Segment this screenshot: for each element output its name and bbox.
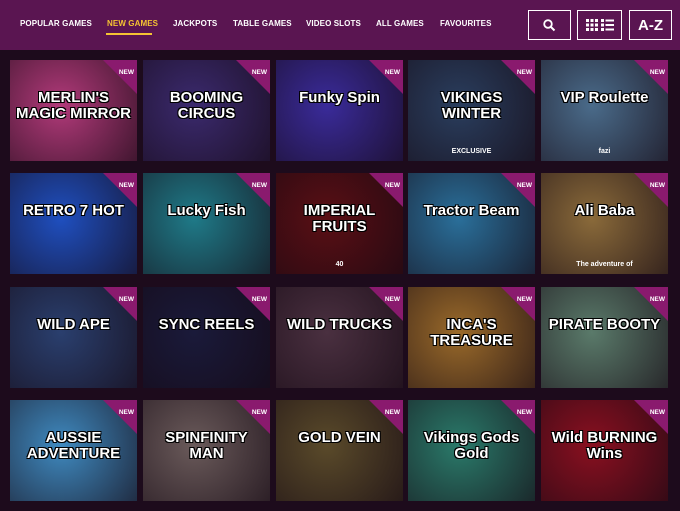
- new-badge: NEW: [251, 69, 267, 76]
- game-title: INCA'S TREASURE: [430, 316, 513, 349]
- new-badge: NEW: [649, 409, 665, 416]
- game-tile[interactable]: INCA'S TREASURE NEW: [408, 287, 535, 388]
- game-tile[interactable]: WILD TRUCKS NEW: [276, 287, 403, 388]
- new-badge: NEW: [649, 69, 665, 76]
- new-badge: NEW: [384, 409, 400, 416]
- new-badge: NEW: [118, 296, 134, 303]
- nav-new-games[interactable]: NEW GAMES: [107, 19, 158, 33]
- new-badge-ribbon: [369, 400, 403, 434]
- new-badge: NEW: [516, 296, 532, 303]
- new-badge-ribbon: [501, 173, 535, 207]
- new-badge: NEW: [516, 409, 532, 416]
- new-badge: NEW: [251, 182, 267, 189]
- game-tile[interactable]: BOOMING CIRCUS NEW: [143, 60, 270, 161]
- game-tile[interactable]: Tractor Beam NEW: [408, 173, 535, 274]
- view-toggle-button[interactable]: [577, 10, 622, 40]
- nav-favourites[interactable]: FAVOURITES: [440, 19, 492, 33]
- new-badge-ribbon: [236, 60, 270, 94]
- new-badge-ribbon: [103, 287, 137, 321]
- game-tile[interactable]: WILD APE NEW: [10, 287, 137, 388]
- new-badge-ribbon: [236, 287, 270, 321]
- game-tile[interactable]: RETRO 7 HOT NEW: [10, 173, 137, 274]
- game-tile[interactable]: Wild BURNING Wins NEW: [541, 400, 668, 501]
- game-title: AUSSIE ADVENTURE: [26, 429, 121, 462]
- game-tile[interactable]: Lucky Fish NEW: [143, 173, 270, 274]
- new-badge-ribbon: [236, 400, 270, 434]
- new-badge-ribbon: [501, 60, 535, 94]
- game-tile[interactable]: GOLD VEIN NEW: [276, 400, 403, 501]
- new-badge: NEW: [649, 182, 665, 189]
- game-tile[interactable]: Ali Baba The adventure of NEW: [541, 173, 668, 274]
- game-tile[interactable]: Funky Spin NEW: [276, 60, 403, 161]
- game-subtitle: 40: [335, 261, 344, 268]
- game-title: IMPERIAL FRUITS: [303, 202, 376, 235]
- new-badge-ribbon: [103, 400, 137, 434]
- search-button[interactable]: [528, 10, 571, 40]
- game-title: MERLIN'S MAGIC MIRROR: [16, 89, 131, 122]
- new-badge-ribbon: [103, 173, 137, 207]
- new-badge: NEW: [384, 182, 400, 189]
- nav-table-games[interactable]: TABLE GAMES: [233, 19, 292, 33]
- grid-list-icon: [585, 19, 614, 31]
- new-badge-ribbon: [369, 60, 403, 94]
- game-tile[interactable]: IMPERIAL FRUITS 40 NEW: [276, 173, 403, 274]
- new-badge-ribbon: [369, 173, 403, 207]
- new-badge: NEW: [384, 296, 400, 303]
- game-tile[interactable]: PIRATE BOOTY NEW: [541, 287, 668, 388]
- active-tab-underline: [106, 33, 152, 35]
- new-badge-ribbon: [634, 60, 668, 94]
- new-badge: NEW: [251, 296, 267, 303]
- game-title: Vikings Gods Gold: [423, 429, 520, 462]
- new-badge-ribbon: [501, 287, 535, 321]
- new-badge-ribbon: [103, 60, 137, 94]
- top-navigation-bar: POPULAR GAMES NEW GAMES JACKPOTS TABLE G…: [0, 0, 680, 50]
- new-badge: NEW: [118, 182, 134, 189]
- new-badge-ribbon: [369, 287, 403, 321]
- game-tile[interactable]: Vikings Gods Gold NEW: [408, 400, 535, 501]
- a-z-sort-button[interactable]: A-Z: [629, 10, 672, 40]
- game-title: VIKINGS WINTER: [440, 89, 503, 122]
- game-subtitle: fazi: [598, 148, 611, 155]
- new-badge-ribbon: [634, 287, 668, 321]
- new-badge-ribbon: [236, 173, 270, 207]
- new-badge-ribbon: [634, 400, 668, 434]
- games-grid: MERLIN'S MAGIC MIRROR NEW BOOMING CIRCUS NE…: [0, 50, 680, 511]
- game-tile[interactable]: MERLIN'S MAGIC MIRROR NEW: [10, 60, 137, 161]
- new-badge: NEW: [516, 182, 532, 189]
- game-tile[interactable]: VIP Roulette fazi NEW: [541, 60, 668, 161]
- game-tile[interactable]: SPINFINITY MAN NEW: [143, 400, 270, 501]
- game-subtitle: The adventure of: [576, 261, 633, 268]
- game-tile[interactable]: SYNC REELS NEW: [143, 287, 270, 388]
- nav-video-slots[interactable]: VIDEO SLOTS: [306, 19, 361, 33]
- game-title: SPINFINITY MAN: [165, 429, 248, 462]
- game-tile[interactable]: AUSSIE ADVENTURE NEW: [10, 400, 137, 501]
- new-badge: NEW: [251, 409, 267, 416]
- game-tile[interactable]: VIKINGS WINTER EXCLUSIVE NEW: [408, 60, 535, 161]
- new-badge: NEW: [118, 69, 134, 76]
- game-title: BOOMING CIRCUS: [169, 89, 244, 122]
- game-title: Wild BURNING Wins: [551, 429, 658, 462]
- new-badge: NEW: [384, 69, 400, 76]
- new-badge: NEW: [118, 409, 134, 416]
- new-badge: NEW: [516, 69, 532, 76]
- new-badge-ribbon: [634, 173, 668, 207]
- nav-jackpots[interactable]: JACKPOTS: [173, 19, 217, 33]
- game-subtitle: EXCLUSIVE: [451, 148, 492, 155]
- new-badge: NEW: [649, 296, 665, 303]
- search-icon: [543, 18, 556, 31]
- nav-all-games[interactable]: ALL GAMES: [376, 19, 424, 33]
- new-badge-ribbon: [501, 400, 535, 434]
- nav-popular-games[interactable]: POPULAR GAMES: [20, 19, 92, 33]
